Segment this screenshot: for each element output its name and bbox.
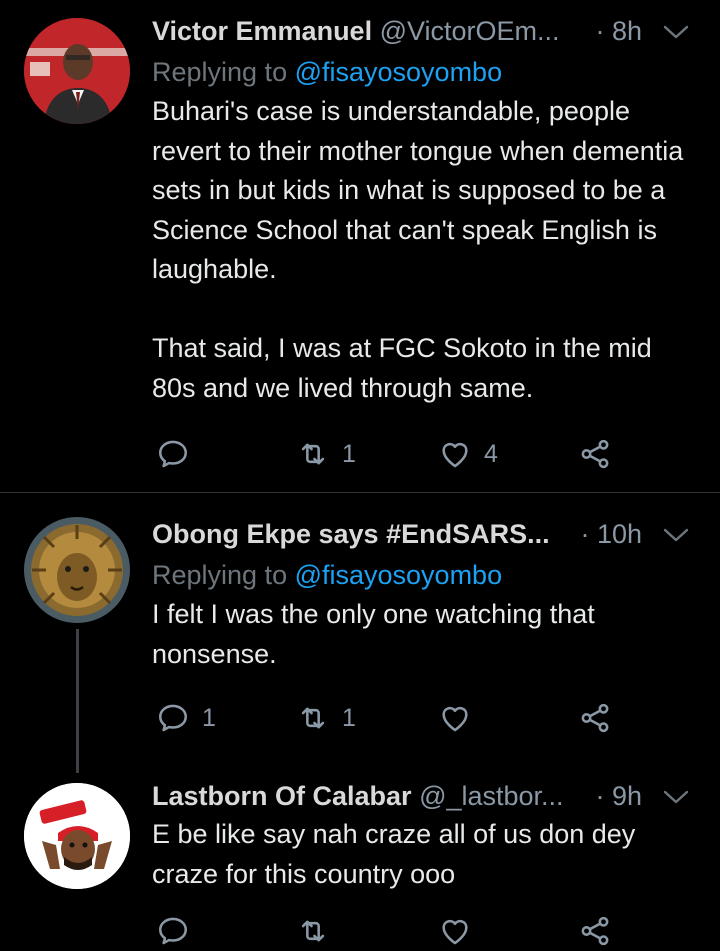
share-button[interactable] [578,698,612,738]
author-name[interactable]: Victor Emmanuel [152,16,372,46]
share-button[interactable] [578,911,612,951]
reply-button[interactable] [156,911,190,951]
retweet-button[interactable]: 1 [296,698,356,738]
avatar[interactable] [24,783,130,889]
retweet-count: 1 [342,439,356,468]
share-icon [578,914,612,948]
mention-link[interactable]: @fisayosoyombo [295,57,503,87]
retweet-button[interactable]: 1 [296,434,356,474]
replying-to: Replying to @fisayosoyombo [152,555,690,595]
tweet[interactable]: Obong Ekpe says #EndSARS... · 10h Replyi… [0,493,720,773]
reply-icon [156,914,190,948]
share-icon [578,701,612,735]
heart-icon [438,437,472,471]
author-name[interactable]: Lastborn Of Calabar [152,781,412,811]
author-handle[interactable]: @_lastbor... [419,781,563,811]
heart-icon [438,701,472,735]
tweet-text: Buhari's case is understandable, people … [152,96,684,403]
timestamp[interactable]: · 9h [595,779,642,813]
avatar[interactable] [24,18,130,124]
like-button[interactable]: 4 [438,434,498,474]
retweet-icon [296,701,330,735]
author-handle[interactable]: @VictorOEm... [380,16,560,46]
like-button[interactable] [438,911,472,951]
chevron-down-icon[interactable] [662,527,690,543]
reply-count: 1 [202,703,216,732]
share-icon [578,437,612,471]
tweet-actions: 1 1 [152,698,622,738]
tweet[interactable]: Lastborn Of Calabar @_lastbor... · 9h E … [0,773,720,949]
avatar[interactable] [24,517,130,623]
timestamp[interactable]: · 10h [580,517,642,551]
reply-button[interactable]: 1 [156,698,216,738]
reply-icon [156,701,190,735]
like-button[interactable] [438,698,484,738]
heart-icon [438,914,472,948]
tweet[interactable]: Victor Emmanuel @VictorOEm... · 8h Reply… [0,0,720,492]
share-button[interactable] [578,434,612,474]
replying-to-label: Replying to [152,57,295,87]
chevron-down-icon[interactable] [662,24,690,40]
retweet-count: 1 [342,703,356,732]
timestamp[interactable]: · 8h [595,14,642,48]
tweet-actions [152,911,622,951]
chevron-down-icon[interactable] [662,789,690,805]
tweet-text: E be like say nah craze all of us don de… [152,819,643,889]
reply-button[interactable] [156,434,202,474]
tweet-actions: 1 4 [152,434,622,474]
mention-link[interactable]: @fisayosoyombo [295,560,503,590]
replying-to-label: Replying to [152,560,295,590]
thread-line [76,629,79,773]
reply-icon [156,437,190,471]
like-count: 4 [484,439,498,468]
replying-to: Replying to @fisayosoyombo [152,52,690,92]
author-name[interactable]: Obong Ekpe says #EndSARS... [152,519,550,549]
retweet-icon [296,437,330,471]
tweet-text: I felt I was the only one watching that … [152,599,603,669]
retweet-icon [296,914,330,948]
retweet-button[interactable] [296,911,330,951]
